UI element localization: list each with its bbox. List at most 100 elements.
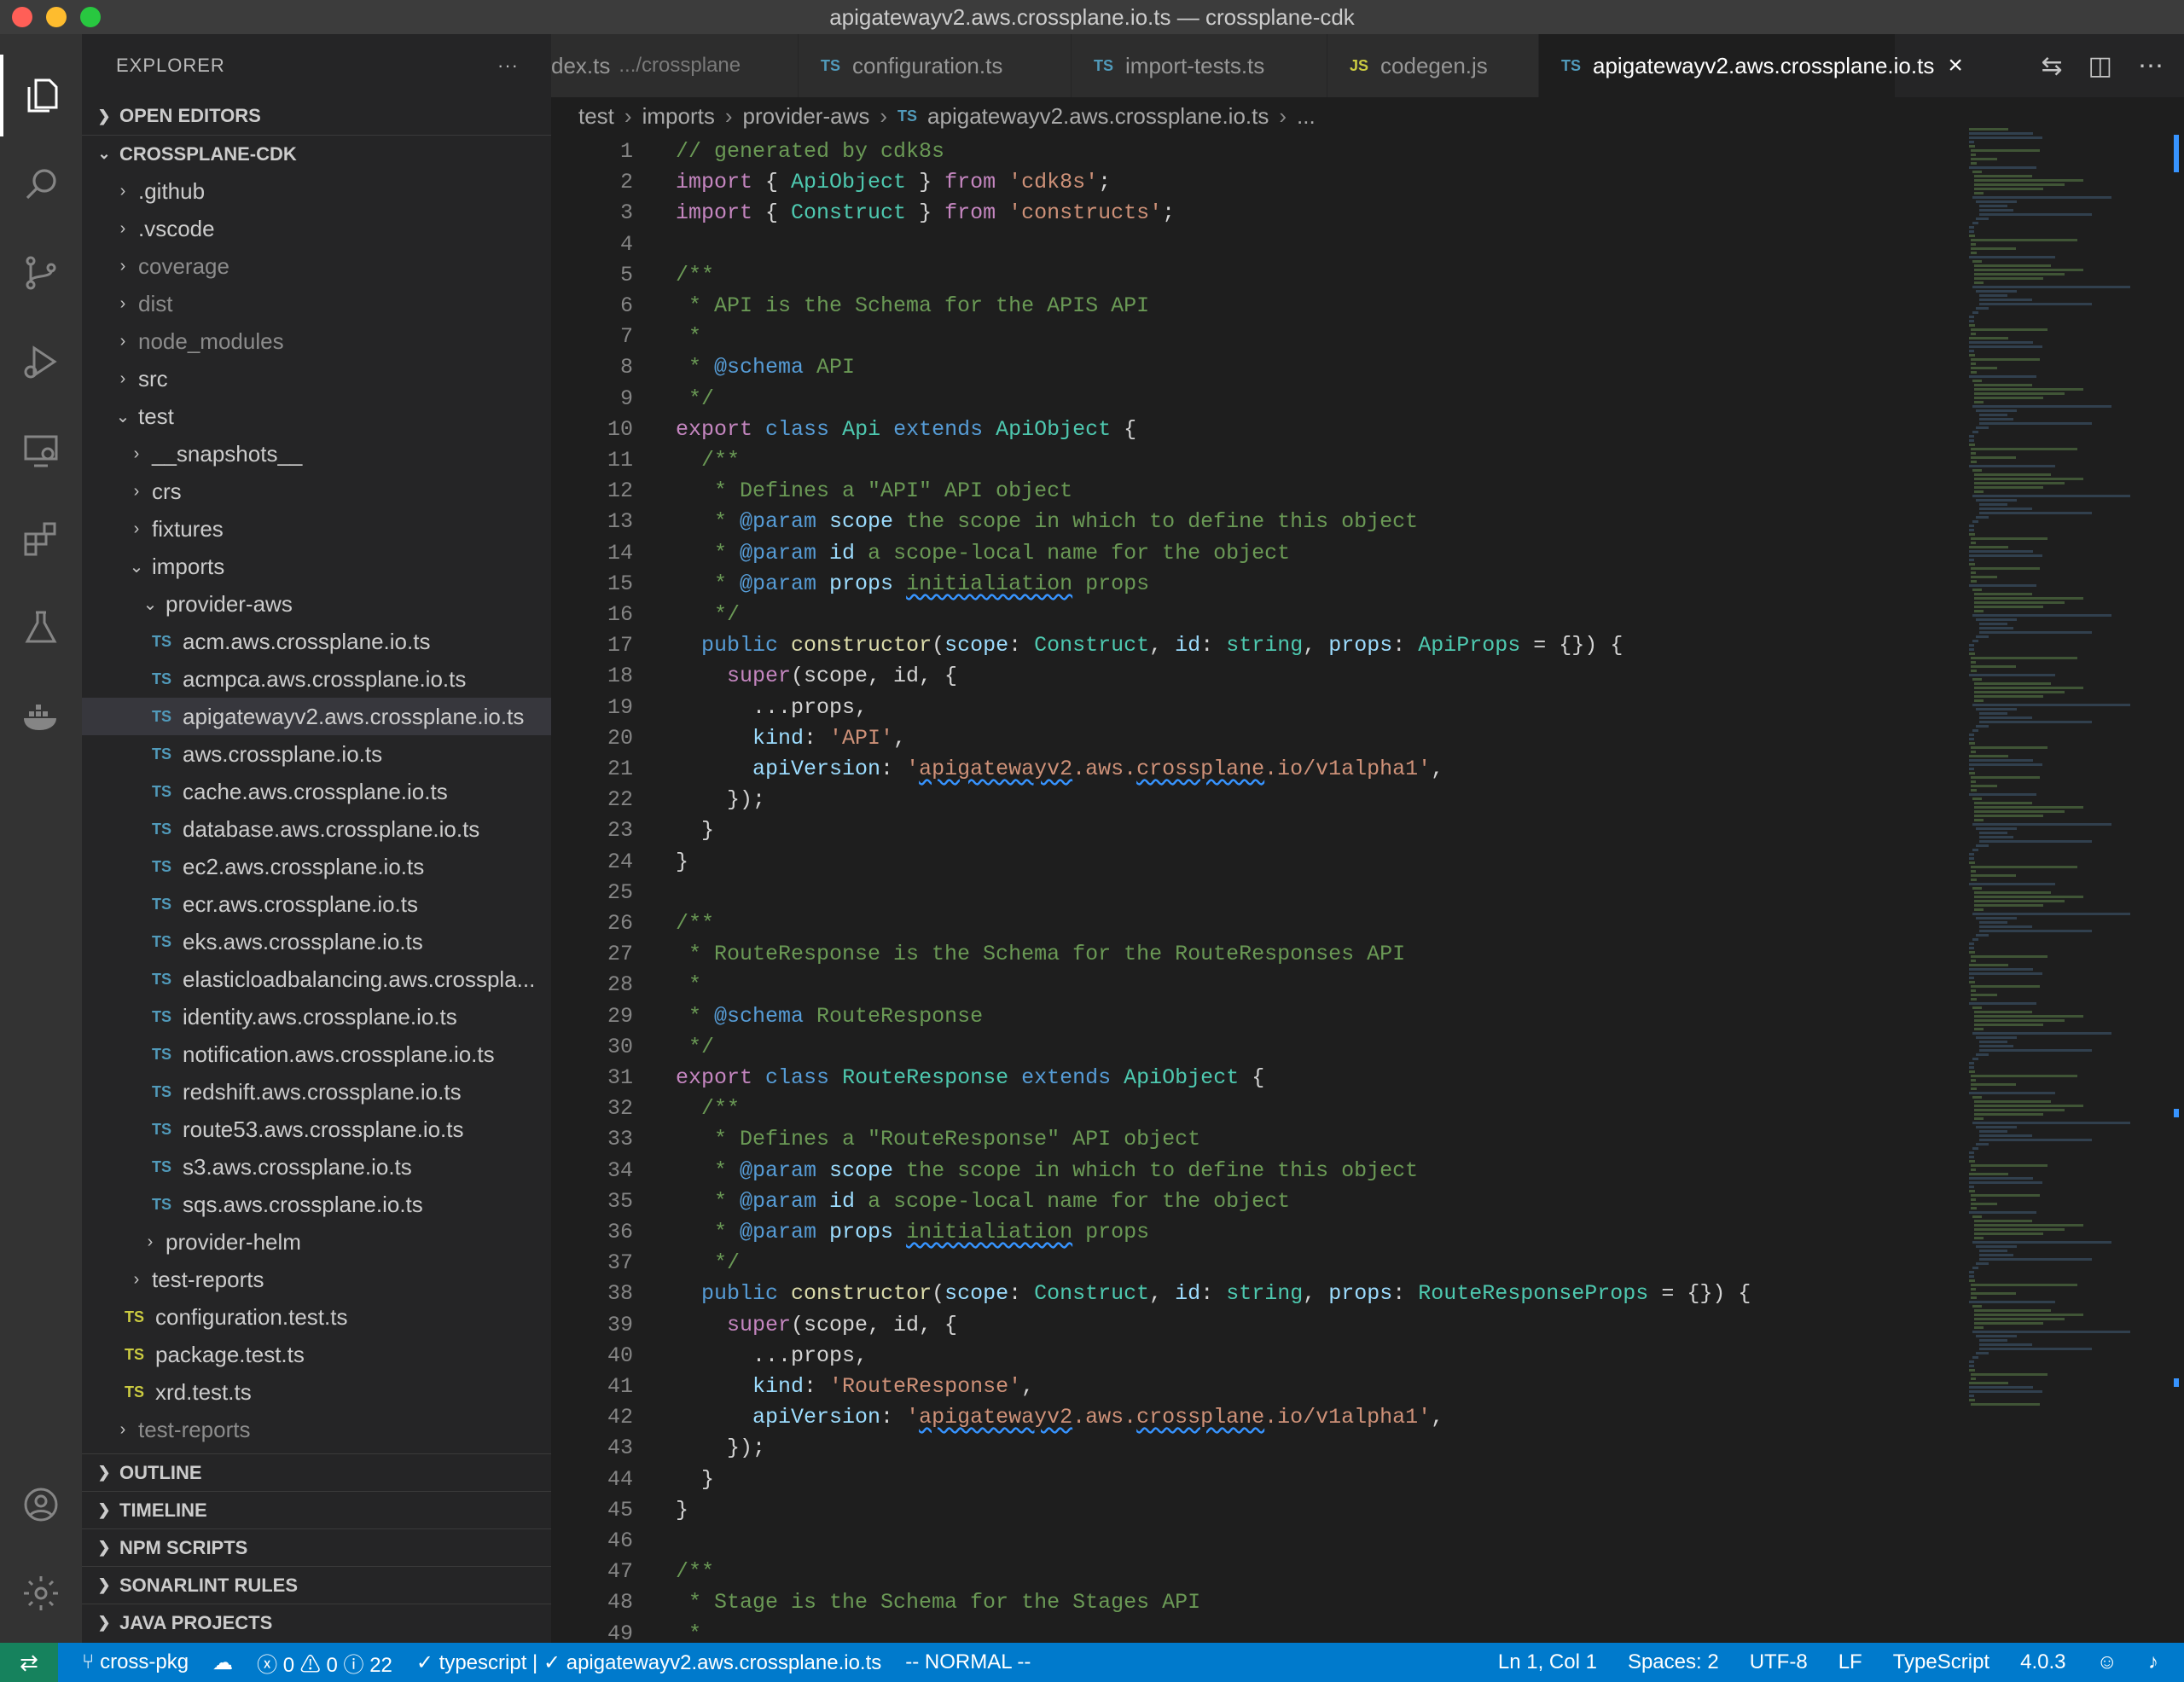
tree-folder[interactable]: › dist [82, 285, 551, 322]
tree-file[interactable]: TS configuration.test.ts [82, 1298, 551, 1336]
tree-folder[interactable]: › provider-helm [82, 1223, 551, 1261]
chevron-right-icon: › [119, 293, 126, 313]
breadcrumb-item[interactable]: ... [1297, 103, 1316, 130]
tree-folder[interactable]: › node_modules [82, 322, 551, 360]
tree-file[interactable]: TS acm.aws.crossplane.io.ts [82, 623, 551, 660]
language-mode[interactable]: TypeScript [1893, 1650, 1989, 1674]
editor-tab[interactable]: TS configuration.ts [799, 34, 1072, 97]
sync-icon[interactable]: ☁ [212, 1650, 233, 1675]
language-check[interactable]: ✓ typescript | ✓ apigatewayv2.aws.crossp… [416, 1650, 881, 1675]
tree-folder[interactable]: ⌄ provider-aws [82, 585, 551, 623]
indentation[interactable]: Spaces: 2 [1628, 1650, 1719, 1674]
tree-folder[interactable]: › __snapshots__ [82, 435, 551, 473]
tree-file[interactable]: TS xrd.test.ts [82, 1373, 551, 1411]
docker-icon[interactable] [0, 676, 82, 757]
problems-item[interactable]: ⓧ 0 ⚠ 0 ⓘ 22 [257, 1648, 392, 1678]
tree-file[interactable]: TS s3.aws.crossplane.io.ts [82, 1148, 551, 1186]
minimap-line [1969, 316, 1974, 318]
remote-explorer-icon[interactable] [0, 409, 82, 491]
tree-folder[interactable]: › coverage [82, 247, 551, 285]
close-tab-icon[interactable]: × [1948, 51, 1963, 80]
tree-file[interactable]: TS redshift.aws.crossplane.io.ts [82, 1073, 551, 1111]
notifications-bell-icon[interactable]: ♪ [2148, 1650, 2158, 1674]
section-npm-scripts[interactable]: ❯ NPM SCRIPTS [82, 1528, 551, 1566]
tree-folder[interactable]: › fixtures [82, 510, 551, 548]
chevron-right-icon: ❯ [97, 1576, 111, 1593]
tree-folder[interactable]: › .github [82, 172, 551, 210]
breadcrumb-item[interactable]: imports [642, 103, 715, 130]
breadcrumb-item[interactable]: test [578, 103, 614, 130]
tree-file[interactable]: TS eks.aws.crossplane.io.ts [82, 923, 551, 960]
branch-item[interactable]: ⑂ cross-pkg [82, 1650, 189, 1674]
vim-mode: -- NORMAL -- [905, 1650, 1031, 1673]
run-debug-icon[interactable] [0, 321, 82, 403]
editor-tab[interactable]: dex.ts .../crossplane [551, 34, 799, 97]
tree-file[interactable]: TS package.test.ts [82, 1336, 551, 1373]
extensions-icon[interactable] [0, 498, 82, 580]
minimap-line [1971, 776, 2041, 779]
tree-file[interactable]: TS elasticloadbalancing.aws.crosspla... [82, 960, 551, 998]
minimap-line [1971, 252, 1977, 254]
testing-icon[interactable] [0, 587, 82, 669]
source-control-icon[interactable] [0, 232, 82, 314]
zoom-window-button[interactable] [80, 7, 101, 27]
cursor-position[interactable]: Ln 1, Col 1 [1498, 1650, 1597, 1674]
section-sonarlint-rules[interactable]: ❯ SONARLINT RULES [82, 1566, 551, 1604]
minimap-line [1969, 981, 1975, 983]
tree-folder[interactable]: › crs [82, 473, 551, 510]
split-editor-icon[interactable]: ◫ [2088, 51, 2112, 81]
breadcrumb-item[interactable]: provider-aws [743, 103, 870, 130]
minimap-line [1971, 239, 2078, 241]
search-icon[interactable] [0, 143, 82, 225]
settings-gear-icon[interactable] [0, 1552, 82, 1634]
minimap-line [1974, 486, 2044, 489]
account-icon[interactable] [0, 1464, 82, 1546]
ts-version[interactable]: 4.0.3 [2020, 1650, 2065, 1674]
tree-folder[interactable]: › .vscode [82, 210, 551, 247]
minimap[interactable] [1969, 128, 2148, 1643]
minimap-line [1974, 482, 2065, 484]
tree-file[interactable]: TS notification.aws.crossplane.io.ts [82, 1035, 551, 1073]
feedback-icon[interactable]: ☺ [2096, 1650, 2117, 1674]
open-editors-section[interactable]: ❯ OPEN EDITORS [82, 97, 551, 135]
encoding[interactable]: UTF-8 [1750, 1650, 1808, 1674]
tree-file[interactable]: TS route53.aws.crossplane.io.ts [82, 1111, 551, 1148]
tree-folder[interactable]: ⌄ imports [82, 548, 551, 585]
tree-folder[interactable]: › src [82, 360, 551, 397]
minimap-line [1969, 1301, 2056, 1303]
tree-file[interactable]: TS ec2.aws.crossplane.io.ts [82, 848, 551, 885]
minimap-line [1974, 1318, 2065, 1320]
tree-folder[interactable]: › test-reports [82, 1261, 551, 1298]
more-actions-icon[interactable]: ⋯ [2138, 51, 2164, 81]
more-actions-icon[interactable]: ··· [497, 55, 519, 77]
tree-file[interactable]: TS aws.crossplane.io.ts [82, 735, 551, 773]
project-section[interactable]: ⌄ CROSSPLANE-CDK [82, 135, 551, 172]
close-window-button[interactable] [12, 7, 32, 27]
tree-file[interactable]: TS sqs.aws.crossplane.io.ts [82, 1186, 551, 1223]
minimize-window-button[interactable] [46, 7, 67, 27]
compare-changes-icon[interactable]: ⇆ [2042, 51, 2063, 81]
breadcrumb-item[interactable]: apigatewayv2.aws.crossplane.io.ts [927, 103, 1269, 130]
editor-tab[interactable]: TS apigatewayv2.aws.crossplane.io.ts × [1539, 34, 1963, 97]
line-ending[interactable]: LF [1838, 1650, 1862, 1674]
editor-tab[interactable]: JS codegen.js [1327, 34, 1539, 97]
tree-file[interactable]: TS apigatewayv2.aws.crossplane.io.ts [82, 698, 551, 735]
minimap-line [1971, 537, 2048, 540]
minimap-line [1974, 695, 2044, 698]
code-editor[interactable]: 1 // generated by cdk8s 2 import { ApiObjec… [551, 135, 2184, 1643]
scrollbar-thumb[interactable] [2174, 135, 2179, 172]
tree-file[interactable]: TS ecr.aws.crossplane.io.ts [82, 885, 551, 923]
files-icon[interactable] [0, 55, 82, 136]
section-java-projects[interactable]: ❯ JAVA PROJECTS [82, 1604, 551, 1641]
tree-folder[interactable]: › test-reports [82, 1411, 551, 1448]
remote-indicator[interactable]: ⇄ [0, 1643, 58, 1682]
tree-file[interactable]: TS database.aws.crossplane.io.ts [82, 810, 551, 848]
tree-file[interactable]: TS acmpca.aws.crossplane.io.ts [82, 660, 551, 698]
tree-file[interactable]: TS identity.aws.crossplane.io.ts [82, 998, 551, 1035]
editor-tab[interactable]: TS import-tests.ts [1072, 34, 1327, 97]
tree-folder[interactable]: ⌄ test [82, 397, 551, 435]
section-timeline[interactable]: ❯ TIMELINE [82, 1491, 551, 1528]
tree-file[interactable]: TS cache.aws.crossplane.io.ts [82, 773, 551, 810]
section-outline[interactable]: ❯ OUTLINE [82, 1453, 551, 1491]
minimap-line [1979, 627, 2013, 629]
